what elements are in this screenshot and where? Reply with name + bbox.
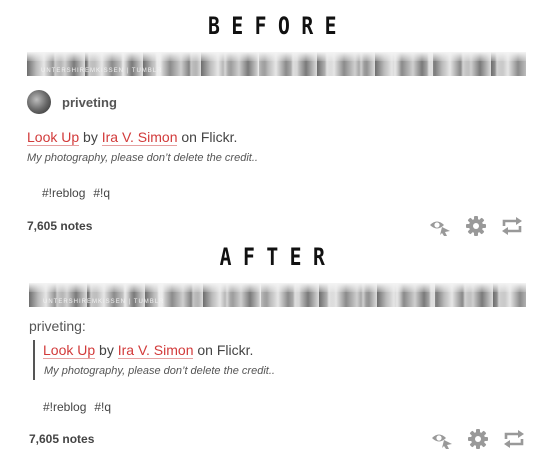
blockquote-bar bbox=[33, 340, 35, 380]
reblog-arrows-icon[interactable] bbox=[501, 217, 523, 235]
username[interactable]: priveting bbox=[62, 95, 117, 110]
tag-q[interactable]: #!q bbox=[94, 400, 111, 414]
tag-reblog[interactable]: #!reblog bbox=[43, 400, 86, 414]
eye-like-icon[interactable] bbox=[429, 216, 451, 236]
after-heading: AFTER bbox=[219, 243, 337, 271]
reblogger-name[interactable]: priveting: bbox=[29, 318, 86, 334]
title-link[interactable]: Look Up bbox=[27, 129, 80, 146]
title-link[interactable]: Look Up bbox=[43, 342, 96, 359]
eye-like-icon[interactable] bbox=[431, 429, 453, 449]
reblog-arrows-icon[interactable] bbox=[503, 430, 525, 448]
avatar[interactable] bbox=[27, 90, 51, 114]
notes-count[interactable]: 7,605 notes bbox=[29, 432, 94, 446]
author-link[interactable]: Ira V. Simon bbox=[101, 129, 178, 146]
tag-q[interactable]: #!q bbox=[93, 186, 110, 200]
banner-watermark: UNTERSHIREMKISSEN | TUMBLR bbox=[43, 299, 165, 305]
post-title: Look Up by Ira V. Simon on Flickr. bbox=[27, 129, 238, 146]
post-actions bbox=[431, 429, 525, 449]
post-actions bbox=[429, 216, 523, 236]
tag-list: #!reblog #!q bbox=[43, 400, 119, 414]
author-link[interactable]: Ira V. Simon bbox=[117, 342, 194, 359]
banner-watermark: UNTERSHIREMKISSEN | TUMBLR bbox=[41, 68, 163, 74]
before-heading: BEFORE bbox=[208, 12, 348, 40]
gear-icon[interactable] bbox=[466, 216, 486, 236]
post-caption: My photography, please don’t delete the … bbox=[27, 152, 258, 164]
after-banner-image: UNTERSHIREMKISSEN | TUMBLR bbox=[29, 283, 526, 307]
gear-icon[interactable] bbox=[468, 429, 488, 449]
post-title: Look Up by Ira V. Simon on Flickr. bbox=[43, 342, 254, 359]
notes-count[interactable]: 7,605 notes bbox=[27, 219, 92, 233]
post-caption: My photography, please don’t delete the … bbox=[44, 365, 275, 377]
tag-list: #!reblog #!q bbox=[42, 186, 118, 200]
before-banner-image: UNTERSHIREMKISSEN | TUMBLR bbox=[27, 52, 526, 76]
tag-reblog[interactable]: #!reblog bbox=[42, 186, 85, 200]
